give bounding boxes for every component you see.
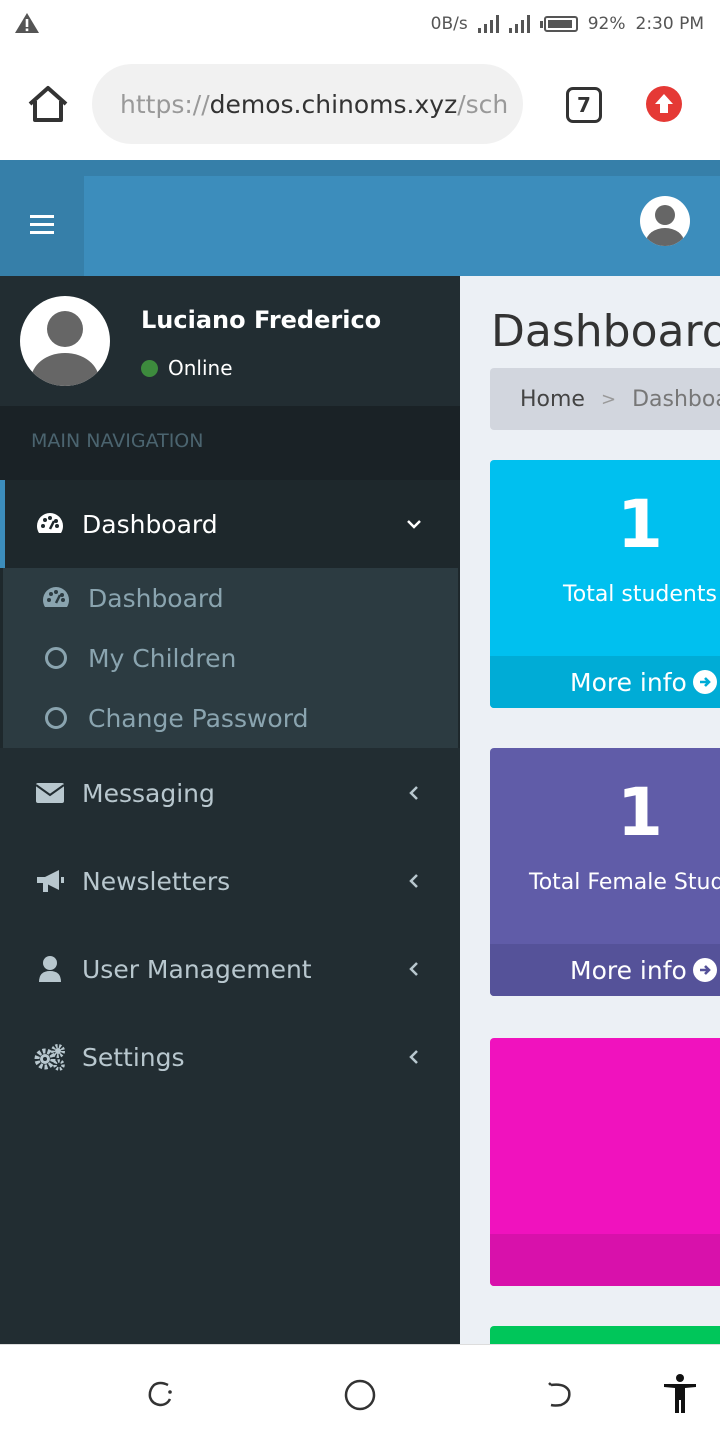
- breadcrumb: Home > Dashboard: [490, 368, 720, 430]
- arrow-circle-right-icon: [692, 958, 717, 982]
- clock: 2:30 PM: [635, 14, 705, 34]
- envelope-icon: [34, 777, 66, 809]
- circle-o-icon: [41, 703, 71, 733]
- user-panel: Luciano Frederico Online: [0, 276, 460, 406]
- url-host: demos.chinoms.xyz: [209, 90, 458, 119]
- url-scheme: https://: [120, 90, 210, 119]
- url-path: /sch: [457, 90, 509, 119]
- more-info-link[interactable]: More info: [490, 944, 720, 996]
- url-bar[interactable]: https://demos.chinoms.xyz/sch: [92, 64, 523, 144]
- sidebar-item-label: Messaging: [82, 778, 215, 808]
- online-dot-icon: [141, 359, 158, 377]
- stat-box-3: [490, 1038, 720, 1286]
- recent-apps-icon[interactable]: [146, 1379, 176, 1409]
- sidebar-item-dashboard[interactable]: Dashboard: [0, 480, 460, 568]
- dashboard-submenu: Dashboard My Children Change Password: [0, 568, 460, 748]
- chevron-left-icon: [409, 962, 418, 976]
- sidebar-item-user-management[interactable]: User Management: [0, 925, 460, 1013]
- sidebar-item-label: Dashboard: [82, 509, 218, 539]
- page-title: Dashboard: [491, 306, 720, 357]
- stat-label: Total Female Students: [529, 870, 720, 895]
- stat-number: 1: [617, 774, 663, 851]
- submenu-item-change-password[interactable]: Change Password: [3, 688, 461, 748]
- stat-label: Total students: [563, 582, 717, 607]
- stat-box-total-female-students: 1 Total Female Students More info: [490, 748, 720, 996]
- breadcrumb-separator: >: [600, 388, 617, 410]
- chevron-down-icon: [407, 520, 421, 529]
- more-info-label: More info: [570, 955, 687, 985]
- chevron-left-icon: [409, 786, 418, 800]
- tab-switcher-button[interactable]: 7: [566, 87, 602, 123]
- submenu-item-label: Dashboard: [88, 583, 224, 613]
- breadcrumb-home-link[interactable]: Home: [520, 387, 585, 412]
- submenu-item-label: Change Password: [88, 703, 309, 733]
- chevron-left-icon: [409, 874, 418, 888]
- user-status-label: Online: [168, 356, 233, 380]
- submenu-item-my-children[interactable]: My Children: [3, 628, 461, 688]
- sidebar-item-messaging[interactable]: Messaging: [0, 749, 460, 837]
- battery-percent: 92%: [587, 14, 626, 34]
- menu-toggle-button[interactable]: [0, 176, 84, 276]
- sidebar: Luciano Frederico Online MAIN NAVIGATION…: [0, 276, 460, 1344]
- signal-icon-2: [508, 15, 530, 33]
- back-icon[interactable]: [543, 1379, 575, 1409]
- nav-header: MAIN NAVIGATION: [0, 406, 460, 480]
- battery-icon: [539, 16, 578, 32]
- sidebar-item-label: Settings: [82, 1042, 185, 1072]
- update-icon[interactable]: [646, 86, 682, 122]
- status-bar: 0B/s 92% 2:30 PM: [0, 0, 720, 50]
- stat-number: 1: [617, 486, 663, 563]
- system-nav-bar: [0, 1344, 720, 1440]
- user-name: Luciano Frederico: [141, 306, 382, 334]
- signal-icon: [477, 15, 499, 33]
- stat-box-total-students: 1 Total students More info: [490, 460, 720, 708]
- more-info-link[interactable]: More info: [490, 656, 720, 708]
- sidebar-item-label: User Management: [82, 954, 312, 984]
- accessibility-icon[interactable]: [660, 1373, 700, 1415]
- more-info-link[interactable]: [490, 1234, 720, 1286]
- net-speed: 0B/s: [430, 14, 468, 34]
- avatar: [20, 296, 110, 386]
- dashboard-icon: [41, 583, 71, 613]
- arrow-circle-right-icon: [692, 670, 717, 694]
- stat-box-4: [490, 1326, 720, 1344]
- sidebar-item-settings[interactable]: Settings: [0, 1013, 460, 1101]
- user-status: Online: [141, 356, 233, 380]
- bullhorn-icon: [34, 865, 66, 897]
- submenu-item-dashboard[interactable]: Dashboard: [3, 568, 461, 628]
- main-content: Dashboard Home > Dashboard 1 Total stude…: [460, 276, 720, 1344]
- circle-o-icon: [41, 643, 71, 673]
- dashboard-icon: [34, 508, 66, 540]
- chevron-left-icon: [409, 1050, 418, 1064]
- warning-icon: [15, 13, 39, 33]
- gears-icon: [34, 1041, 66, 1073]
- home-circle-icon[interactable]: [343, 1378, 377, 1412]
- user-icon: [34, 953, 66, 985]
- browser-toolbar: https://demos.chinoms.xyz/sch 7: [0, 50, 720, 160]
- breadcrumb-current: Dashboard: [632, 386, 720, 412]
- sidebar-item-newsletters[interactable]: Newsletters: [0, 837, 460, 925]
- submenu-item-label: My Children: [88, 643, 237, 673]
- app-header: [0, 160, 720, 276]
- home-icon[interactable]: [26, 84, 70, 124]
- more-info-label: More info: [570, 667, 687, 697]
- sidebar-item-label: Newsletters: [82, 866, 231, 896]
- header-avatar[interactable]: [640, 196, 690, 246]
